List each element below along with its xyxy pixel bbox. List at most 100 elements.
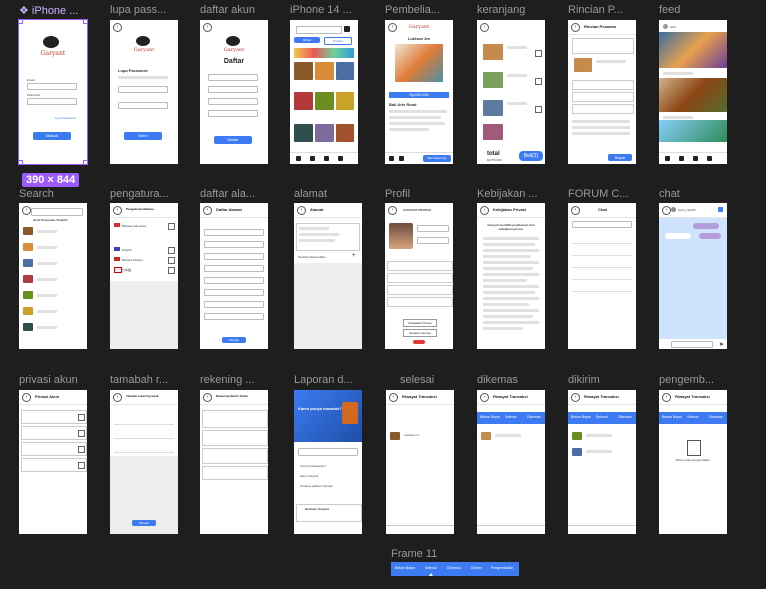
back-icon[interactable]: ‹ — [571, 23, 580, 32]
result-text[interactable] — [37, 278, 57, 281]
frame-label-rekening[interactable]: rekening ... — [200, 374, 268, 386]
cart-icon[interactable] — [344, 26, 350, 32]
post-image[interactable] — [659, 78, 727, 112]
privacy-option[interactable] — [21, 442, 87, 456]
save-button[interactable]: Simpan — [222, 337, 246, 343]
result-thumbnail[interactable] — [23, 259, 33, 267]
screen-keranjang[interactable]: ‹ total Rp750.000 Beli(2) — [477, 20, 545, 164]
screen-pengembalian[interactable]: ‹ Riwayat Transaksi Belum Bayar Selesai D… — [659, 390, 727, 534]
confirm-password-field[interactable] — [208, 110, 258, 117]
tab-dikemas[interactable]: Dikemas — [709, 415, 723, 419]
post-image[interactable] — [659, 120, 727, 142]
item-name[interactable] — [495, 434, 521, 437]
privacy-checkbox[interactable] — [78, 446, 85, 453]
chat-row[interactable] — [572, 233, 632, 244]
language-option[interactable]: Bahasa Indonesia — [122, 224, 146, 228]
address-card[interactable] — [296, 223, 360, 251]
screen-pembelian[interactable]: ‹ Garyant Lukisan 2m Rp250.000 Bali Arts… — [385, 20, 453, 164]
frame-label-dikirim[interactable]: dikirim — [568, 374, 636, 386]
postal-field[interactable] — [204, 289, 264, 296]
language-checkbox[interactable] — [168, 257, 175, 264]
frame-label-frame11[interactable]: Frame 11 — [391, 548, 459, 560]
search-input[interactable] — [296, 26, 342, 34]
checkout-button[interactable]: Beli(2) — [519, 151, 543, 161]
help-search-input[interactable] — [298, 448, 358, 456]
bank-card[interactable] — [202, 430, 268, 446]
avatar[interactable] — [389, 223, 413, 249]
privacy-checkbox[interactable] — [78, 462, 85, 469]
screen-login[interactable]: Garyant Email Password Lupa Password Mas… — [18, 19, 88, 165]
privacy-checkbox[interactable] — [78, 430, 85, 437]
screen-rekening[interactable]: ‹ Rekening Bank / Kartu — [200, 390, 268, 534]
settings-row[interactable] — [387, 261, 453, 271]
send-icon[interactable]: ➤ — [719, 341, 724, 348]
resize-handle-bl[interactable] — [19, 160, 23, 164]
back-icon[interactable]: ‹ — [662, 393, 671, 402]
voucher-option[interactable] — [572, 104, 634, 114]
logout-button[interactable] — [413, 340, 425, 344]
account-holder-row[interactable] — [114, 442, 174, 453]
back-icon[interactable]: ‹ — [113, 23, 122, 32]
tab-dikemas[interactable]: Dikemas — [527, 415, 541, 419]
password-field[interactable] — [27, 98, 77, 105]
frame-label-keranjang[interactable]: keranjang — [477, 4, 545, 16]
item-checkbox[interactable] — [535, 106, 542, 113]
tab-belum-bayar[interactable]: Belum Bayar — [480, 415, 500, 419]
profile-icon[interactable] — [338, 156, 343, 161]
item-name[interactable] — [586, 450, 612, 453]
banner-image[interactable] — [294, 48, 354, 58]
frame-label-lupa-password[interactable]: lupa pass... — [110, 4, 178, 16]
screen-search[interactable]: ‹ Hasil Pencarian Terakhir — [19, 203, 87, 349]
avatar[interactable] — [663, 24, 668, 29]
back-icon[interactable]: ‹ — [113, 393, 122, 402]
back-icon[interactable]: ‹ — [480, 23, 489, 32]
frame-label-laporan[interactable]: Laporan d... — [294, 374, 362, 386]
screen-kebijakan[interactable]: ‹ Kebijakan Privasi Garyant memiliki pemb… — [477, 203, 545, 349]
result-thumbnail[interactable] — [23, 307, 33, 315]
post-image[interactable] — [659, 32, 727, 68]
settings-row[interactable] — [387, 273, 453, 283]
result-text[interactable] — [37, 310, 57, 313]
resize-handle-br[interactable] — [83, 160, 87, 164]
frame-label-pembelian[interactable]: Pembelia... — [385, 4, 453, 16]
other-settings-button[interactable]: Setelan Lainnya — [403, 329, 437, 337]
help-footer-card[interactable]: Bantuan Garyant — [296, 504, 362, 522]
result-thumbnail[interactable] — [23, 243, 33, 251]
frame-label-pengembalian[interactable]: pengemb... — [659, 374, 727, 386]
resize-handle-tr[interactable] — [83, 20, 87, 24]
screen-alamat[interactable]: ‹ Alamat Tambah Alamat Baru + — [294, 203, 362, 349]
result-thumbnail[interactable] — [23, 323, 33, 331]
province-field[interactable] — [204, 253, 264, 260]
detail-field[interactable] — [204, 313, 264, 320]
item-checkbox[interactable] — [535, 50, 542, 57]
product-image[interactable] — [336, 124, 354, 142]
email-field[interactable] — [208, 86, 258, 93]
home-icon[interactable] — [296, 156, 301, 161]
back-icon[interactable]: ‹ — [203, 206, 212, 215]
screen-forum[interactable]: ‹ Chat — [568, 203, 636, 349]
frame-label-profil[interactable]: Profil — [385, 188, 453, 200]
payment-option[interactable] — [572, 92, 634, 102]
back-icon[interactable]: ‹ — [662, 206, 671, 215]
language-option[interactable]: 日本語 — [122, 268, 131, 272]
tab-selesai[interactable]: Selesai — [596, 415, 607, 419]
password-field[interactable] — [208, 98, 258, 105]
privacy-option[interactable] — [21, 410, 87, 424]
cart-icon[interactable] — [399, 156, 404, 161]
sort-filter-bar[interactable] — [477, 525, 545, 534]
screen-dikirim[interactable]: ‹ Riwayat Transaksi Belum Bayar Selesai D… — [568, 390, 636, 534]
language-checkbox[interactable] — [168, 267, 175, 274]
back-icon[interactable]: ‹ — [22, 206, 31, 215]
frame-label-privasi[interactable]: privasi akun — [19, 374, 87, 386]
pay-button[interactable]: Bayar — [608, 154, 632, 161]
item-name[interactable]: Lukisan 2m — [404, 433, 419, 437]
sort-filter-bar[interactable] — [386, 525, 454, 534]
chat-icon[interactable] — [324, 156, 329, 161]
screen-laporan[interactable]: Kamu punya masalah? Cara Pembayaran? Aku… — [294, 390, 362, 534]
screen-rincian[interactable]: ‹ Rincian Pesanan Bayar — [568, 20, 636, 164]
product-image[interactable] — [336, 62, 354, 80]
frame-label-chat[interactable]: chat — [659, 188, 727, 200]
result-thumbnail[interactable] — [23, 275, 33, 283]
street-field[interactable] — [204, 301, 264, 308]
plus-icon[interactable]: + — [352, 253, 356, 259]
